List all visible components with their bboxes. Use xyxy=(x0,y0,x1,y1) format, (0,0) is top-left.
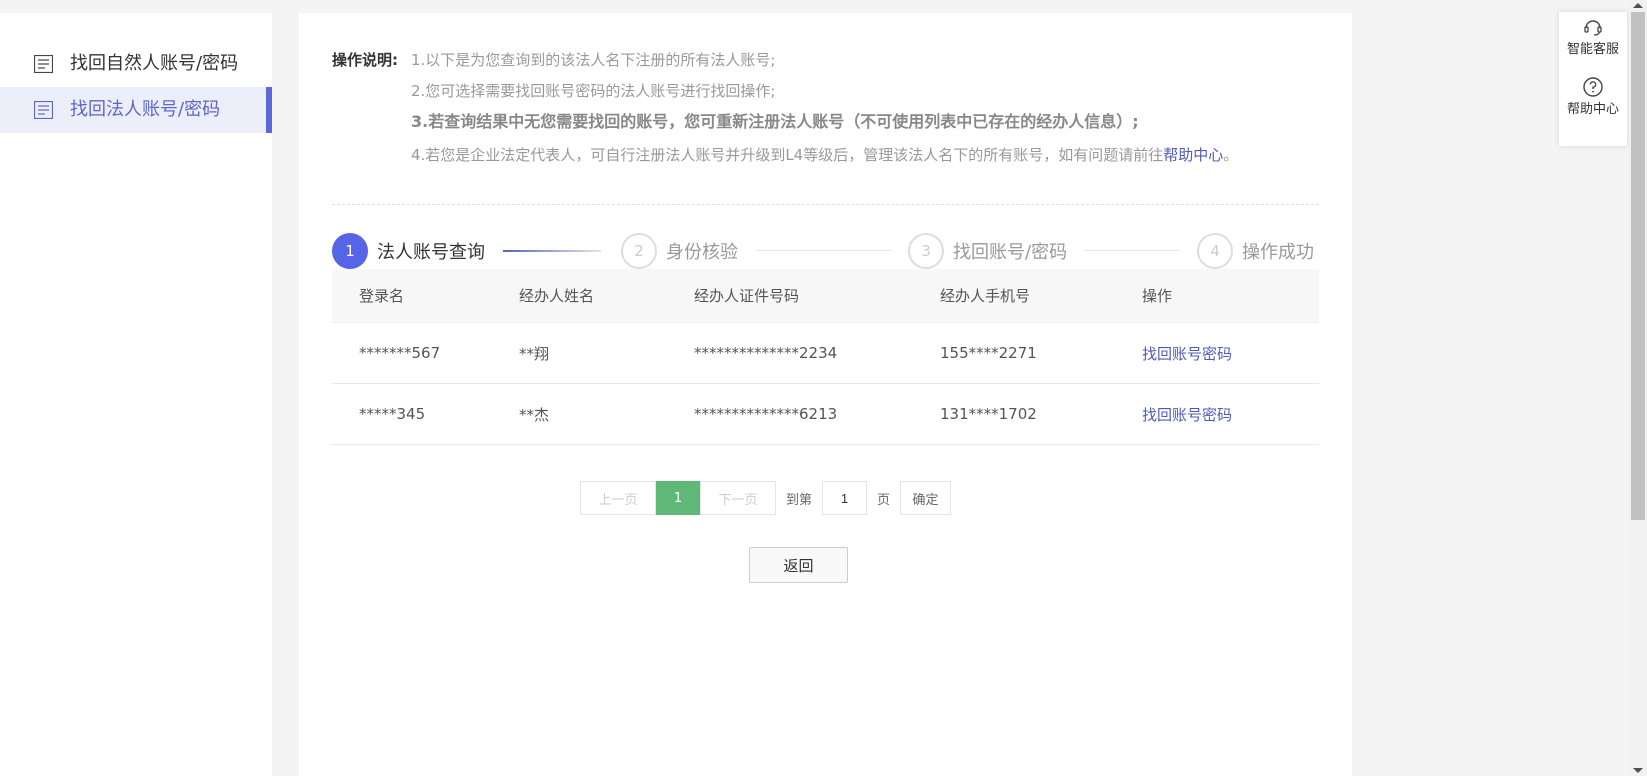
step-label: 找回账号/密码 xyxy=(953,242,1068,263)
phone-cell: 155****2271 xyxy=(940,344,1037,362)
tool-label: 帮助中心 xyxy=(1566,102,1619,117)
vertical-scrollbar[interactable] xyxy=(1629,0,1647,776)
document-icon xyxy=(34,101,53,119)
active-indicator xyxy=(266,87,272,133)
question-circle-icon xyxy=(1583,77,1603,97)
sidebar-item-label: 找回法人账号/密码 xyxy=(70,99,221,120)
column-header: 操作 xyxy=(1142,287,1173,305)
column-header: 经办人手机号 xyxy=(940,287,1031,305)
sidebar-item-natural-person[interactable]: 找回自然人账号/密码 xyxy=(0,41,272,87)
step-2: 2 身份核验 xyxy=(621,233,738,269)
step-label: 法人账号查询 xyxy=(377,242,485,263)
id-number-cell: **************2234 xyxy=(694,344,838,362)
main-panel: 操作说明: 1.以下是为您查询到的该法人名下注册的所有法人账号; 2.您可选择需… xyxy=(299,13,1352,776)
help-center-link[interactable]: 帮助中心 xyxy=(1163,146,1223,164)
agent-name-cell: **翔 xyxy=(519,344,550,363)
step-connector xyxy=(756,250,891,251)
accounts-table: 登录名 经办人姓名 经办人证件号码 经办人手机号 操作 *******567 *… xyxy=(332,269,1319,445)
goto-confirm-button[interactable]: 确定 xyxy=(900,481,952,515)
document-icon xyxy=(34,55,53,73)
prev-page-button[interactable]: 上一页 xyxy=(580,481,656,515)
instruction-text: 4.若您是企业法定代表人，可自行注册法人账号并升级到L4等级后，管理该法人名下的… xyxy=(411,146,1164,164)
instruction-line: 1.以下是为您查询到的该法人名下注册的所有法人账号; xyxy=(411,51,776,69)
current-page-button[interactable]: 1 xyxy=(656,481,700,515)
step-connector xyxy=(503,250,601,252)
column-header: 登录名 xyxy=(359,287,405,305)
step-4: 4 操作成功 xyxy=(1197,233,1314,269)
step-1: 1 法人账号查询 xyxy=(332,233,485,269)
instruction-suffix: 。 xyxy=(1223,146,1239,164)
instructions-heading: 操作说明: xyxy=(332,51,398,69)
step-number: 2 xyxy=(621,233,657,269)
help-center-button[interactable]: 帮助中心 xyxy=(1559,76,1627,118)
sidebar: 找回自然人账号/密码 找回法人账号/密码 xyxy=(0,13,272,776)
step-3: 3 找回账号/密码 xyxy=(908,233,1067,269)
goto-prefix: 到第 xyxy=(786,492,813,508)
back-button[interactable]: 返回 xyxy=(749,547,848,583)
step-indicator: 1 法人账号查询 2 身份核验 3 找回账号/密码 4 操作成功 xyxy=(332,233,1319,269)
step-number: 4 xyxy=(1197,233,1233,269)
login-name-cell: *****345 xyxy=(359,405,426,423)
smart-service-button[interactable]: 智能客服 xyxy=(1559,16,1627,58)
headset-icon xyxy=(1584,20,1602,36)
step-label: 身份核验 xyxy=(666,242,738,263)
next-page-button[interactable]: 下一页 xyxy=(700,481,776,515)
phone-cell: 131****1702 xyxy=(940,405,1037,423)
instruction-line: 2.您可选择需要找回账号密码的法人账号进行找回操作; xyxy=(411,82,776,100)
scroll-down-arrow-icon[interactable] xyxy=(1633,768,1643,773)
id-number-cell: **************6213 xyxy=(694,405,838,423)
agent-name-cell: **杰 xyxy=(519,405,550,424)
divider xyxy=(332,204,1319,205)
recover-account-link[interactable]: 找回账号密码 xyxy=(1142,384,1232,444)
instruction-line: 4.若您是企业法定代表人，可自行注册法人账号并升级到L4等级后，管理该法人名下的… xyxy=(411,144,1238,166)
scrollbar-thumb[interactable] xyxy=(1631,12,1645,520)
recover-account-link[interactable]: 找回账号密码 xyxy=(1142,323,1232,383)
goto-page-input[interactable] xyxy=(822,481,868,515)
instruction-line: 3.若查询结果中无您需要找回的账号，您可重新注册法人账号（不可使用列表中已存在的… xyxy=(411,112,1139,131)
table-row: *******567 **翔 **************2234 155***… xyxy=(332,323,1319,384)
goto-suffix: 页 xyxy=(877,492,891,508)
scroll-up-arrow-icon[interactable] xyxy=(1633,3,1643,8)
step-number: 1 xyxy=(332,233,368,269)
floating-toolbar: 智能客服 帮助中心 xyxy=(1559,12,1627,146)
step-connector xyxy=(1084,250,1179,251)
sidebar-item-legal-person[interactable]: 找回法人账号/密码 xyxy=(0,87,272,133)
table-row: *****345 **杰 **************6213 131****1… xyxy=(332,384,1319,445)
step-number: 3 xyxy=(908,233,944,269)
column-header: 经办人姓名 xyxy=(519,287,595,305)
sidebar-item-label: 找回自然人账号/密码 xyxy=(70,53,239,74)
tool-label: 智能客服 xyxy=(1566,42,1619,57)
login-name-cell: *******567 xyxy=(359,344,441,362)
table-header: 登录名 经办人姓名 经办人证件号码 经办人手机号 操作 xyxy=(332,269,1319,323)
step-label: 操作成功 xyxy=(1242,242,1314,263)
column-header: 经办人证件号码 xyxy=(694,287,800,305)
pagination: 上一页 1 下一页 到第 页 确定 xyxy=(580,481,952,515)
